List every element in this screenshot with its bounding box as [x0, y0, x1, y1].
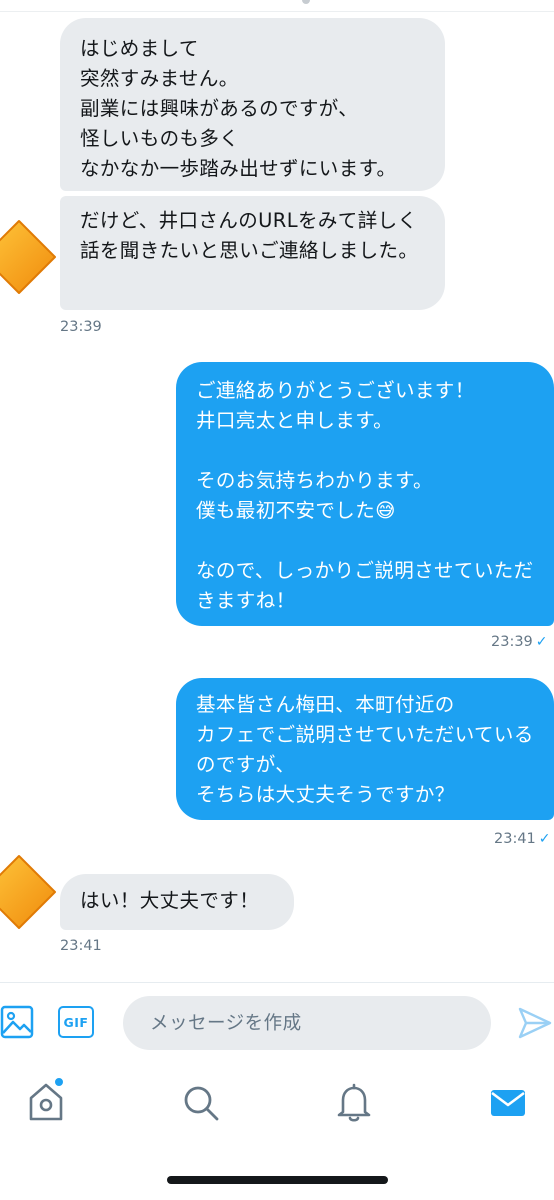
image-icon [0, 1005, 34, 1039]
top-divider [0, 0, 554, 12]
message-timestamp: 23:41 ✓ [494, 831, 551, 847]
add-gif-button[interactable]: GIF [57, 1005, 95, 1039]
home-icon [29, 1083, 63, 1121]
nav-messages-button[interactable] [488, 1086, 528, 1120]
message-timestamp: 23:39 ✓ [491, 634, 548, 650]
bell-icon [337, 1083, 371, 1122]
send-button[interactable] [516, 1005, 554, 1041]
message-timestamp: 23:39 [60, 319, 102, 335]
home-indicator [167, 1176, 388, 1184]
check-icon: ✓ [535, 634, 548, 650]
message-bubble-incoming[interactable]: はじめまして 突然すみません。 副業には興味があるのですが、 怪しいものも多く … [60, 18, 445, 191]
scroll-indicator [302, 0, 310, 4]
message-bubble-outgoing[interactable]: ご連絡ありがとうございます！ 井口亮太と申します。 そのお気持ちわかります。 僕… [176, 362, 554, 626]
message-input[interactable] [123, 996, 491, 1050]
check-icon: ✓ [538, 831, 551, 847]
message-bubble-incoming[interactable]: だけど、井口さんのURLをみて詳しく話を聞きたいと思いご連絡しました。 [60, 196, 445, 310]
gif-icon: GIF [58, 1006, 94, 1038]
nav-notifications-button[interactable] [334, 1082, 374, 1124]
nav-search-button[interactable] [181, 1083, 221, 1123]
add-image-button[interactable] [0, 1004, 34, 1040]
avatar[interactable] [0, 218, 58, 296]
notification-badge [54, 1077, 64, 1087]
mail-icon [491, 1090, 525, 1116]
search-icon [184, 1086, 219, 1121]
message-bubble-incoming[interactable]: はい！大丈夫です！ [60, 874, 294, 930]
composer-divider [0, 982, 554, 983]
message-timestamp: 23:41 [60, 938, 102, 954]
avatar[interactable] [0, 853, 58, 931]
message-bubble-outgoing[interactable]: 基本皆さん梅田、本町付近の カフェでご説明させていただいているのですが、 そちら… [176, 678, 554, 820]
send-icon [518, 1007, 552, 1039]
